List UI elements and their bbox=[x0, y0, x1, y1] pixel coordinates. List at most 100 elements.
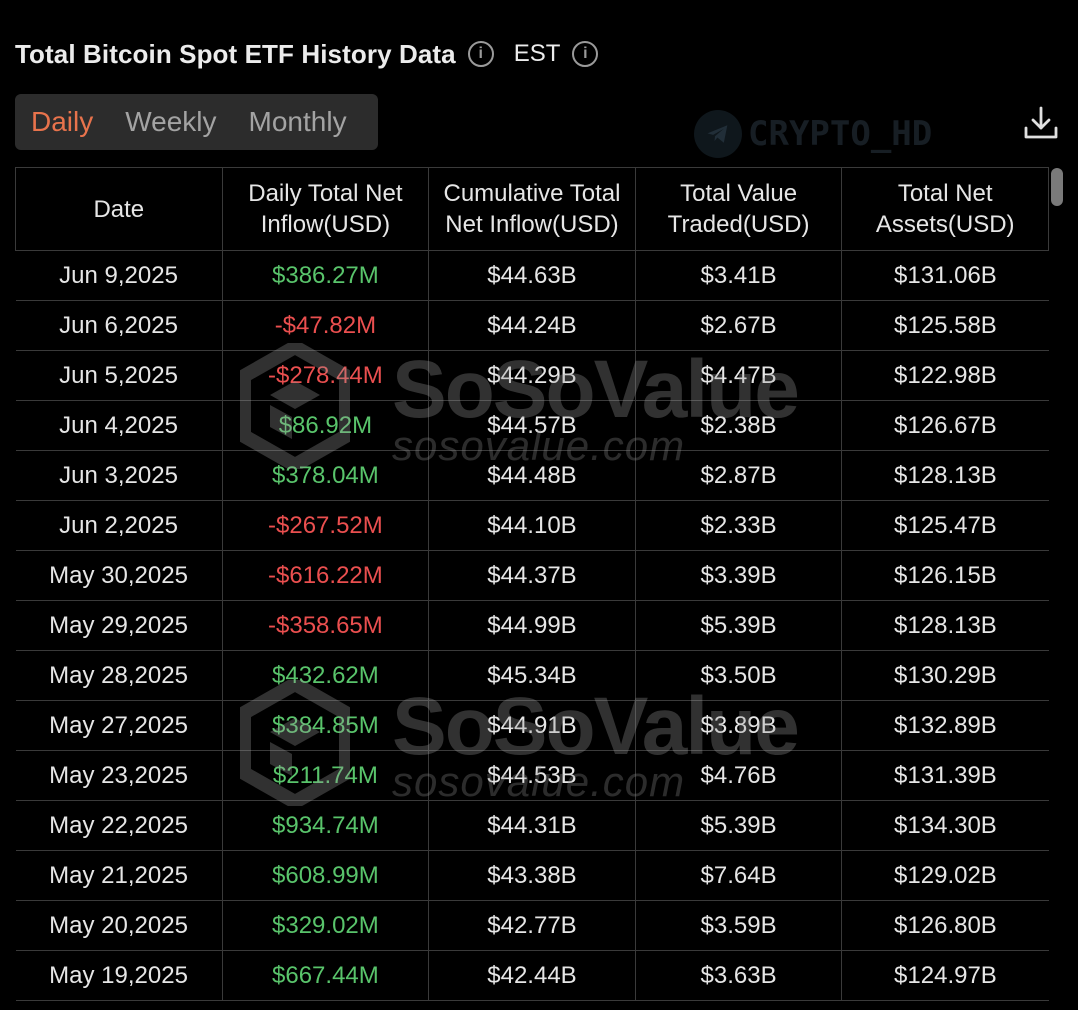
cell-total-net-assets: $125.47B bbox=[841, 500, 1049, 551]
period-selector: Daily Weekly Monthly bbox=[15, 94, 378, 150]
table-row: May 28,2025 $432.62M $45.34B $3.50B $130.29B bbox=[15, 650, 1049, 701]
tab-daily[interactable]: Daily bbox=[31, 106, 93, 138]
crypto-hd-watermark: CRYPTO_HD bbox=[694, 110, 932, 158]
tab-monthly[interactable]: Monthly bbox=[249, 106, 347, 138]
cell-daily-net-inflow: $608.99M bbox=[222, 850, 430, 901]
cell-daily-net-inflow: -$278.44M bbox=[222, 350, 430, 401]
cell-total-net-assets: $134.30B bbox=[841, 800, 1049, 851]
cell-cumulative-net-inflow: $44.29B bbox=[428, 350, 636, 401]
table-scrollbar-thumb[interactable] bbox=[1051, 168, 1063, 206]
timezone-label: EST bbox=[513, 40, 561, 67]
cell-total-net-assets: $126.15B bbox=[841, 550, 1049, 601]
cell-cumulative-net-inflow: $44.91B bbox=[428, 700, 636, 751]
column-header-total-value-traded[interactable]: Total Value Traded(USD) bbox=[634, 167, 843, 251]
cell-cumulative-net-inflow: $43.38B bbox=[428, 850, 636, 901]
cell-date: May 23,2025 bbox=[15, 750, 223, 801]
cell-total-net-assets: $125.58B bbox=[841, 300, 1049, 351]
cell-total-net-assets: $122.98B bbox=[841, 350, 1049, 401]
cell-total-value-traded: $3.89B bbox=[635, 700, 843, 751]
cell-total-value-traded: $3.59B bbox=[635, 900, 843, 951]
cell-date: Jun 3,2025 bbox=[15, 450, 223, 501]
cell-total-net-assets: $126.80B bbox=[841, 900, 1049, 951]
cell-total-net-assets: $128.13B bbox=[841, 600, 1049, 651]
table-scrollbar-track[interactable] bbox=[1050, 167, 1064, 1010]
cell-date: May 27,2025 bbox=[15, 700, 223, 751]
cell-total-value-traded: $4.47B bbox=[635, 350, 843, 401]
cell-date: May 29,2025 bbox=[15, 600, 223, 651]
cell-daily-net-inflow: $384.85M bbox=[222, 700, 430, 751]
table-row: May 21,2025 $608.99M $43.38B $7.64B $129.02B bbox=[15, 850, 1049, 901]
cell-daily-net-inflow: $432.62M bbox=[222, 650, 430, 701]
info-icon[interactable]: i bbox=[467, 41, 494, 67]
cell-total-value-traded: $2.38B bbox=[635, 400, 843, 451]
cell-date: May 19,2025 bbox=[15, 950, 223, 1001]
telegram-icon bbox=[694, 110, 742, 158]
cell-total-value-traded: $3.63B bbox=[635, 950, 843, 1001]
cell-total-value-traded: $2.33B bbox=[635, 500, 843, 551]
cell-total-net-assets: $129.02B bbox=[841, 850, 1049, 901]
table-row: May 22,2025 $934.74M $44.31B $5.39B $134.30B bbox=[15, 800, 1049, 851]
cell-daily-net-inflow: -$616.22M bbox=[222, 550, 430, 601]
table-row: Jun 5,2025 -$278.44M $44.29B $4.47B $122.98B bbox=[15, 350, 1049, 401]
cell-date: May 20,2025 bbox=[15, 900, 223, 951]
cell-daily-net-inflow: -$267.52M bbox=[222, 500, 430, 551]
cell-total-net-assets: $132.89B bbox=[841, 700, 1049, 751]
table-row: Jun 2,2025 -$267.52M $44.10B $2.33B $125.47B bbox=[15, 500, 1049, 551]
tab-weekly[interactable]: Weekly bbox=[125, 106, 216, 138]
cell-total-value-traded: $3.39B bbox=[635, 550, 843, 601]
watermark-text: CRYPTO_HD bbox=[748, 114, 933, 154]
cell-total-value-traded: $7.64B bbox=[635, 850, 843, 901]
page-title: Total Bitcoin Spot ETF History Data bbox=[15, 38, 456, 69]
cell-daily-net-inflow: $86.92M bbox=[222, 400, 430, 451]
table-row: May 20,2025 $329.02M $42.77B $3.59B $126.80B bbox=[15, 900, 1049, 951]
table-row: May 27,2025 $384.85M $44.91B $3.89B $132.89B bbox=[15, 700, 1049, 751]
cell-cumulative-net-inflow: $44.37B bbox=[428, 550, 636, 601]
cell-daily-net-inflow: $211.74M bbox=[222, 750, 430, 801]
cell-total-value-traded: $5.39B bbox=[635, 600, 843, 651]
cell-cumulative-net-inflow: $44.31B bbox=[428, 800, 636, 851]
column-header-total-net-assets[interactable]: Total Net Assets(USD) bbox=[841, 167, 1049, 251]
cell-cumulative-net-inflow: $44.10B bbox=[428, 500, 636, 551]
cell-cumulative-net-inflow: $42.44B bbox=[428, 950, 636, 1001]
cell-date: Jun 9,2025 bbox=[15, 250, 223, 301]
etf-history-table: Date Daily Total Net Inflow(USD) Cumulati… bbox=[15, 167, 1049, 1001]
cell-cumulative-net-inflow: $44.57B bbox=[428, 400, 636, 451]
cell-total-value-traded: $3.50B bbox=[635, 650, 843, 701]
cell-total-net-assets: $131.06B bbox=[841, 250, 1049, 301]
cell-total-value-traded: $4.76B bbox=[635, 750, 843, 801]
column-header-daily-net-inflow[interactable]: Daily Total Net Inflow(USD) bbox=[221, 167, 430, 251]
column-header-date[interactable]: Date bbox=[15, 167, 223, 251]
table-header-row: Date Daily Total Net Inflow(USD) Cumulati… bbox=[15, 167, 1049, 251]
table-row: May 29,2025 -$358.65M $44.99B $5.39B $128.13… bbox=[15, 600, 1049, 651]
cell-total-net-assets: $124.97B bbox=[841, 950, 1049, 1001]
table-row: Jun 9,2025 $386.27M $44.63B $3.41B $131.06B bbox=[15, 250, 1049, 301]
cell-date: May 21,2025 bbox=[15, 850, 223, 901]
cell-cumulative-net-inflow: $45.34B bbox=[428, 650, 636, 701]
cell-daily-net-inflow: -$47.82M bbox=[222, 300, 430, 351]
cell-daily-net-inflow: $329.02M bbox=[222, 900, 430, 951]
cell-date: Jun 2,2025 bbox=[15, 500, 223, 551]
cell-cumulative-net-inflow: $44.48B bbox=[428, 450, 636, 501]
cell-total-value-traded: $5.39B bbox=[635, 800, 843, 851]
table-row: May 30,2025 -$616.22M $44.37B $3.39B $126.15… bbox=[15, 550, 1049, 601]
cell-total-value-traded: $2.87B bbox=[635, 450, 843, 501]
table-row: May 19,2025 $667.44M $42.44B $3.63B $124.97B bbox=[15, 950, 1049, 1001]
timezone-info-icon[interactable]: i bbox=[572, 41, 599, 67]
table-row: Jun 3,2025 $378.04M $44.48B $2.87B $128.13B bbox=[15, 450, 1049, 501]
cell-daily-net-inflow: $667.44M bbox=[222, 950, 430, 1001]
cell-date: Jun 6,2025 bbox=[15, 300, 223, 351]
table-row: Jun 6,2025 -$47.82M $44.24B $2.67B $125.58B bbox=[15, 300, 1049, 351]
cell-daily-net-inflow: $934.74M bbox=[222, 800, 430, 851]
cell-date: May 30,2025 bbox=[15, 550, 223, 601]
column-header-cumulative-net-inflow[interactable]: Cumulative Total Net Inflow(USD) bbox=[428, 167, 636, 251]
cell-daily-net-inflow: $386.27M bbox=[222, 250, 430, 301]
cell-cumulative-net-inflow: $44.99B bbox=[428, 600, 636, 651]
cell-total-net-assets: $128.13B bbox=[841, 450, 1049, 501]
download-icon[interactable] bbox=[1022, 104, 1060, 142]
cell-date: May 28,2025 bbox=[15, 650, 223, 701]
cell-cumulative-net-inflow: $44.63B bbox=[428, 250, 636, 301]
cell-daily-net-inflow: $378.04M bbox=[222, 450, 430, 501]
cell-cumulative-net-inflow: $44.24B bbox=[428, 300, 636, 351]
cell-total-net-assets: $130.29B bbox=[841, 650, 1049, 701]
cell-date: May 22,2025 bbox=[15, 800, 223, 851]
